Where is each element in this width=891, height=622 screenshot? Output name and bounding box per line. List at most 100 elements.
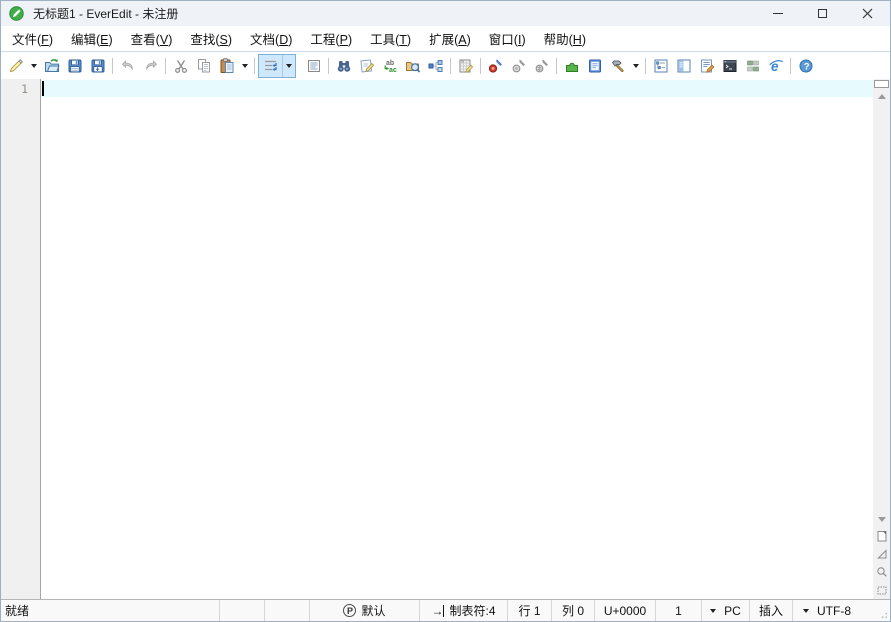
replace-icon [359, 58, 375, 74]
close-button[interactable] [845, 1, 890, 26]
copy-button[interactable] [192, 55, 215, 77]
status-ready: 就绪 [1, 600, 219, 621]
app-icon [9, 6, 24, 21]
status-line-ending[interactable]: PC [701, 600, 749, 621]
todo-list-button[interactable] [695, 55, 718, 77]
svg-text:ab: ab [386, 60, 394, 67]
arrow-down-icon [878, 517, 886, 522]
menu-item-project[interactable]: 工程(P) [301, 26, 361, 51]
stop-macro-button[interactable] [507, 55, 530, 77]
status-tab-size[interactable]: → 制表符:4 [419, 600, 507, 621]
record-macro-icon [488, 58, 504, 74]
external-tools-button[interactable] [606, 55, 629, 77]
console-icon [722, 58, 738, 74]
redo-button[interactable] [139, 55, 162, 77]
todo-list-icon [699, 58, 715, 74]
save-all-button[interactable] [86, 55, 109, 77]
status-line[interactable]: 行 1 [507, 600, 551, 621]
find-in-files-icon [405, 58, 421, 74]
record-macro-button[interactable] [484, 55, 507, 77]
show-symbols-icon [306, 58, 322, 74]
show-symbols-button[interactable] [302, 55, 325, 77]
scroll-splitter-handle[interactable] [874, 80, 889, 88]
menu-item-extensions[interactable]: 扩展(A) [420, 26, 480, 51]
menu-item-search[interactable]: 查找(S) [181, 26, 241, 51]
status-scheme[interactable]: P 默认 [309, 600, 419, 621]
console-button[interactable] [718, 55, 741, 77]
word-wrap-button[interactable] [259, 55, 282, 77]
find-icon [336, 58, 352, 74]
menu-item-file[interactable]: 文件(F) [3, 26, 62, 51]
magnifier-icon [876, 566, 888, 578]
menubar: 文件(F)编辑(E)查看(V)查找(S)文档(D)工程(P)工具(T)扩展(A)… [1, 26, 890, 52]
maximize-button[interactable] [800, 1, 845, 26]
maximize-icon [818, 9, 827, 18]
status-column[interactable]: 列 0 [551, 600, 594, 621]
menu-item-document[interactable]: 文档(D) [241, 26, 301, 51]
menu-item-tools[interactable]: 工具(T) [361, 26, 420, 51]
replace-in-files-icon: ab ac [382, 58, 398, 74]
plugin-manager-button[interactable] [560, 55, 583, 77]
document-map-button[interactable] [649, 55, 672, 77]
paste-dropdown[interactable] [238, 55, 251, 77]
play-macro-icon [534, 58, 550, 74]
line-number-gutter[interactable]: 1 [1, 79, 41, 599]
word-wrap-dropdown[interactable] [282, 55, 295, 77]
menu-item-view[interactable]: 查看(V) [122, 26, 182, 51]
snippets-button[interactable] [583, 55, 606, 77]
vertical-scrollbar[interactable] [873, 79, 890, 599]
status-encoding[interactable]: UTF-8 [792, 600, 861, 621]
browser-preview-button[interactable]: e [764, 55, 787, 77]
menu-item-edit[interactable]: 编辑(E) [62, 26, 122, 51]
cut-button[interactable] [169, 55, 192, 77]
file-structure-icon [428, 58, 444, 74]
window-title: 无标题1 - EverEdit - 未注册 [33, 5, 755, 22]
color-scheme-button[interactable] [741, 55, 764, 77]
editor-region: 1 [1, 79, 890, 599]
replace-button[interactable] [355, 55, 378, 77]
new-file-button[interactable] [4, 55, 27, 77]
toolbar-separator [480, 58, 481, 74]
find-button[interactable] [332, 55, 355, 77]
toolbar-separator [645, 58, 646, 74]
edge-ruler-button[interactable] [873, 545, 890, 563]
scrollbar-track[interactable] [873, 104, 890, 511]
menu-item-help[interactable]: 帮助(H) [535, 26, 595, 51]
play-macro-button[interactable] [530, 55, 553, 77]
toolbar-separator [165, 58, 166, 74]
find-in-files-button[interactable] [401, 55, 424, 77]
encoding-label: UTF-8 [817, 604, 851, 618]
help-button[interactable]: ? [794, 55, 817, 77]
hex-edit-button[interactable]: 10 [454, 55, 477, 77]
scroll-down-button[interactable] [873, 511, 890, 527]
edge-document-button[interactable] [873, 527, 890, 545]
open-file-button[interactable] [40, 55, 63, 77]
status-insert-mode[interactable]: 插入 [749, 600, 792, 621]
status-unicode[interactable]: U+0000 [594, 600, 655, 621]
undo-button[interactable] [116, 55, 139, 77]
external-tools-dropdown[interactable] [629, 55, 642, 77]
plugin-manager-icon [564, 58, 580, 74]
menu-item-window[interactable]: 窗口(I) [480, 26, 535, 51]
replace-in-files-button[interactable]: ab ac [378, 55, 401, 77]
scroll-up-button[interactable] [873, 88, 890, 104]
open-file-icon [44, 58, 60, 74]
resize-grip-icon[interactable] [878, 609, 888, 619]
edge-zoom-button[interactable] [873, 563, 890, 581]
text-editor-area[interactable] [41, 79, 873, 599]
file-structure-button[interactable] [424, 55, 447, 77]
edge-selection-button[interactable] [873, 581, 890, 599]
cut-icon [173, 58, 189, 74]
minimize-button[interactable] [755, 1, 800, 26]
selection-grid-icon [876, 584, 888, 596]
document-corner-icon [876, 530, 888, 542]
line-ending-label: PC [724, 604, 741, 618]
side-panel-button[interactable] [672, 55, 695, 77]
triangle-ruler-icon [876, 548, 888, 560]
dropdown-icon [803, 609, 809, 613]
paste-button[interactable] [215, 55, 238, 77]
status-empty-1 [219, 600, 264, 621]
tab-arrow-icon: → [431, 605, 444, 617]
new-file-dropdown[interactable] [27, 55, 40, 77]
save-button[interactable] [63, 55, 86, 77]
